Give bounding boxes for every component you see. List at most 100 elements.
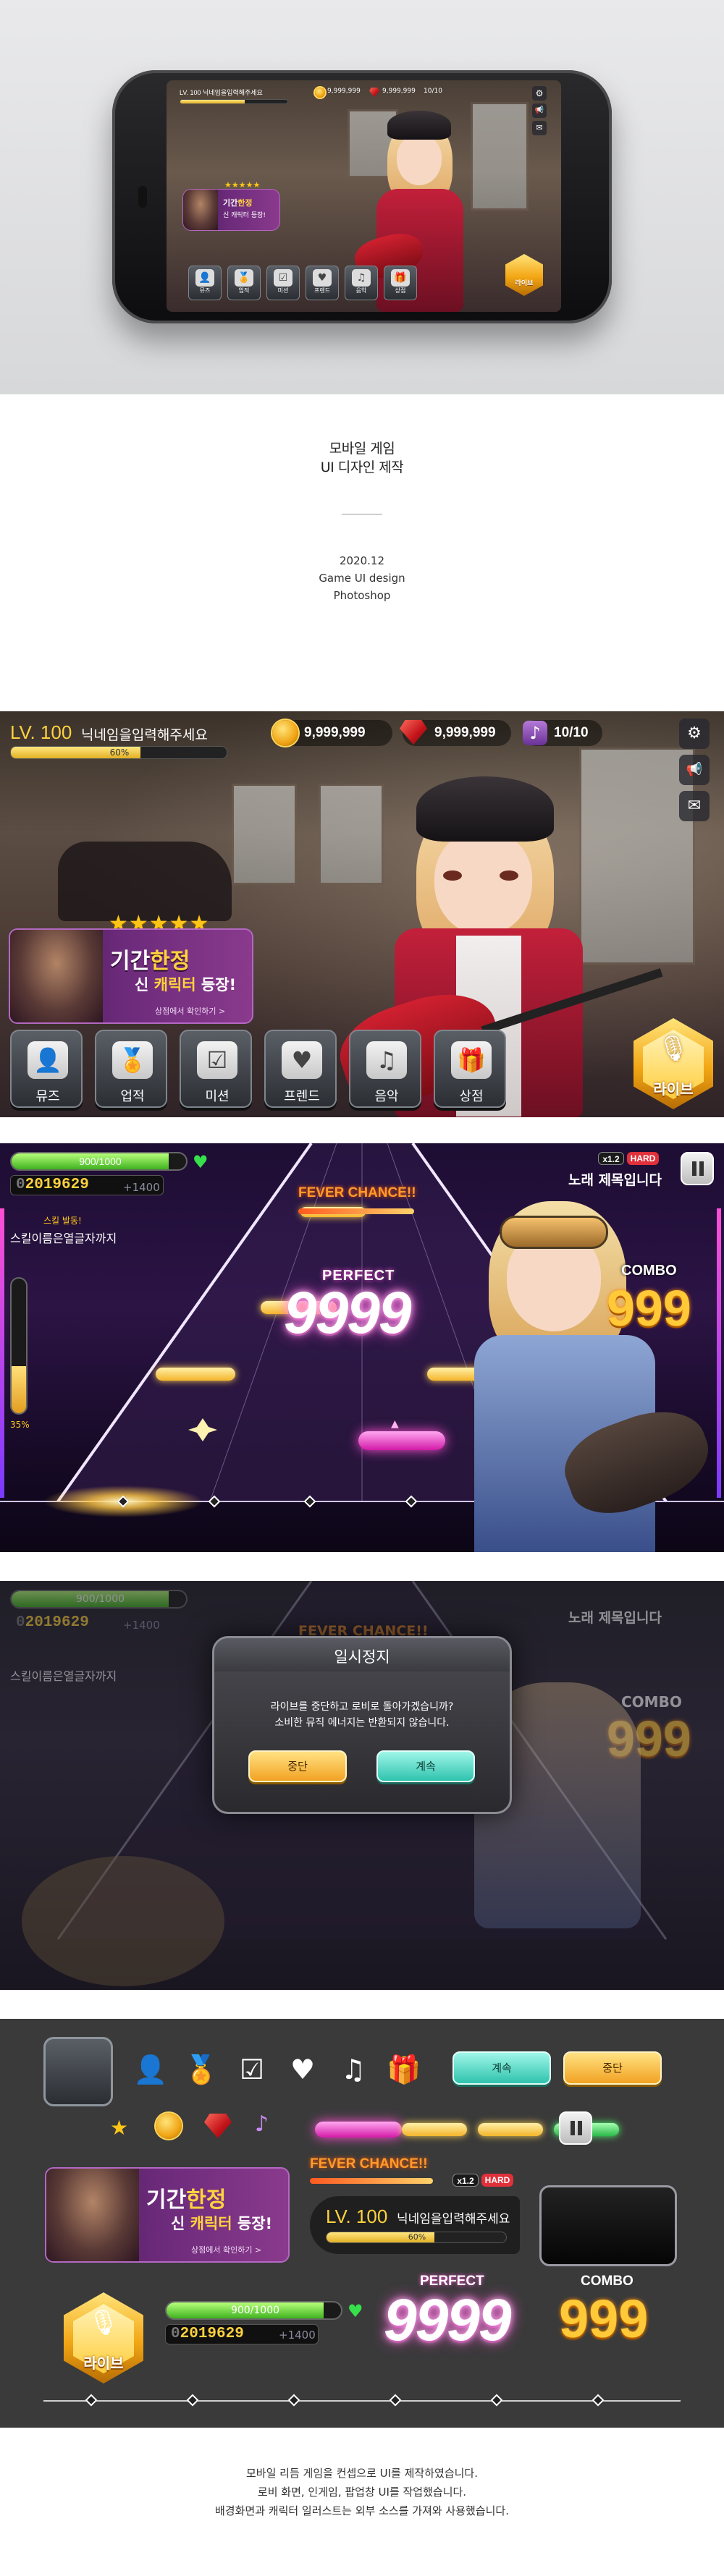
judge-point (389, 2394, 402, 2407)
gift-icon: 🎁 (391, 269, 410, 287)
mail-icon: ✉ (687, 797, 702, 815)
goggles (500, 1216, 608, 1249)
preview-menu-label: 업적 (238, 287, 250, 294)
pause-dialog: 일시정지 라이브를 중단하고 로비로 돌아가겠습니까? 소비한 뮤직 에너지는 … (212, 1636, 512, 1814)
phone-screen-lobby-preview: LV. 100 닉네임을입력해주세요 9,999,999 9,999,999 1… (167, 80, 561, 312)
asset-nickname: 닉네임을입력해주세요 (397, 2212, 510, 2226)
preview-banner-title: 기간한정 (223, 198, 253, 208)
pause-button[interactable] (681, 1152, 714, 1185)
preview-menu-label: 뮤즈 (199, 287, 211, 294)
score-delta: +1400 (123, 1181, 160, 1194)
star-icon: ★ (110, 2116, 129, 2140)
preview-xp-bar (180, 99, 288, 104)
xp-percent: 60% (109, 747, 130, 758)
heart-smile-icon: ♥ (282, 1041, 322, 1079)
limited-character-banner[interactable]: 기간한정 신 캐릭터 등장! 상점에서 확인하기 > (9, 928, 253, 1024)
note-arrow-icon: ▲ (391, 1418, 399, 1430)
footer-line3: 배경화면과 캐릭터 일러스트는 외부 소스를 가져와 사용했습니다. (215, 2504, 509, 2517)
banner-shop-link[interactable]: 상점에서 확인하기 > (155, 1005, 225, 1017)
lobby-screen: LV. 100 닉네임을입력해주세요 60% 9,999,999 9,999,9… (0, 711, 724, 1117)
pause-dialog-title: 일시정지 (334, 1648, 390, 1666)
banner-subtitle: 신 캐릭터 등장! (135, 976, 237, 993)
menu-button-3[interactable]: ♥ 프렌드 (264, 1030, 337, 1108)
combo-count: 999 (607, 1280, 691, 1336)
asset-speed-tag: x1.2 (452, 2174, 479, 2187)
asset-heart-smile-icon: ♥ (290, 2054, 316, 2085)
footer-line1: 모바일 리듬 게임을 컨셉으로 UI를 제작하였습니다. (245, 2467, 478, 2480)
asset-combo-number: 999 (559, 2289, 649, 2349)
window-mid (319, 784, 384, 885)
asset-stop-button[interactable]: 중단 (563, 2051, 662, 2085)
asset-dialog-frame (539, 2185, 677, 2266)
playlist-icon: ♫ (352, 269, 371, 287)
playlist-icon: ♫ (366, 1041, 407, 1079)
character-cap (416, 776, 554, 842)
coin-icon (272, 720, 298, 746)
preview-notes: 10/10 (424, 88, 442, 95)
window-left (232, 784, 297, 885)
preview-menu-label: 프렌드 (313, 287, 331, 294)
gift-icon: 🎁 (451, 1041, 492, 1079)
preview-menu-button: 🏅 업적 (227, 266, 261, 300)
preview-character-face (397, 135, 442, 185)
fever-gauge-fill (12, 1365, 26, 1413)
perfect-count: 9999 (284, 1280, 411, 1346)
asset-heart-icon: ♥ (348, 2301, 363, 2321)
menu-button-2[interactable]: ☑ 미션 (180, 1030, 252, 1108)
gear-icon: ⚙ (687, 724, 702, 742)
note-pink (358, 1431, 445, 1450)
heart-smile-icon: ♥ (313, 269, 332, 287)
ui-asset-sheet: 👤 🏅 ☑ ♥ ♫ 🎁 계속 중단 ★ ♪ 기간한정 신 캐릭터 등장! 상점에서 확인하… (0, 2019, 724, 2428)
pause-screen: 900/1000 02019629 +1400 스킬이름은열글자까지 FEVER… (0, 1581, 724, 1990)
menu-button-4[interactable]: ♫ 음악 (349, 1030, 421, 1108)
asset-judge-line (43, 2400, 681, 2402)
asset-banner-subtitle: 신 캐릭터 등장! (171, 2215, 273, 2232)
settings-button[interactable]: ⚙ (679, 719, 710, 749)
fever-chance-text: FEVER CHANCE!! (298, 1185, 416, 1200)
character-face (434, 831, 532, 936)
asset-continue-button[interactable]: 계속 (452, 2051, 551, 2085)
intro-tool: Photoshop (333, 589, 391, 602)
preview-menu-label: 미션 (277, 287, 289, 294)
footer-section: 모바일 리듬 게임을 컨셉으로 UI를 제작하였습니다. 로비 화면, 인게임,… (0, 2428, 724, 2576)
preview-megaphone-icon: 📢 (532, 103, 547, 118)
phone-speaker (138, 186, 147, 208)
skill-activated-label: 스킬 발동! (43, 1216, 82, 1226)
stop-button[interactable]: 중단 (248, 1750, 347, 1782)
coin-amount: 9,999,999 (304, 725, 366, 740)
menu-button-label: 미션 (205, 1089, 230, 1104)
asset-live-label: 라이브 (83, 2355, 124, 2372)
menu-button-0[interactable]: 👤 뮤즈 (10, 1030, 83, 1108)
mail-button[interactable]: ✉ (679, 791, 710, 821)
blurred-song-title: 노래 제목입니다 (568, 1610, 662, 1626)
notice-button[interactable]: 📢 (679, 755, 710, 785)
preview-character-cap (387, 111, 451, 140)
preview-live-label: 라이브 (515, 280, 534, 287)
asset-gift-icon: 🎁 (387, 2054, 421, 2085)
banner-character-portrait (10, 930, 103, 1022)
menu-button-5[interactable]: 🎁 상점 (434, 1030, 506, 1108)
blurred-hp-bar: 900/1000 (10, 1590, 188, 1609)
asset-perfect-number: 9999 (384, 2287, 511, 2353)
heart-icon: ♥ (193, 1152, 209, 1172)
phone-frame: LV. 100 닉네임을입력해주세요 9,999,999 9,999,999 1… (112, 70, 612, 323)
asset-level: LV. 100 (326, 2206, 388, 2227)
asset-pause-button[interactable] (559, 2111, 592, 2145)
asset-xp-bar: 60% (326, 2232, 507, 2243)
character-eye (500, 870, 518, 881)
asset-combo-label: COMBO (581, 2274, 634, 2289)
judge-point (490, 2394, 503, 2407)
asset-fever-bar (310, 2178, 433, 2184)
neon-strip (0, 1208, 4, 1498)
judge-point (287, 2394, 300, 2407)
menu-button-label: 상점 (459, 1089, 484, 1104)
difficulty-tag: HARD (627, 1152, 659, 1165)
muse-icon: 👤 (28, 1041, 68, 1079)
preview-window (471, 102, 529, 211)
asset-microphone-icon: 🎙 (88, 2308, 119, 2337)
asset-note-gold (478, 2123, 543, 2136)
nickname[interactable]: 닉네임을입력해주세요 (81, 724, 208, 744)
preview-stars: ★★★★★ (224, 180, 261, 190)
menu-button-1[interactable]: 🏅 업적 (95, 1030, 167, 1108)
continue-button[interactable]: 계속 (376, 1750, 475, 1782)
